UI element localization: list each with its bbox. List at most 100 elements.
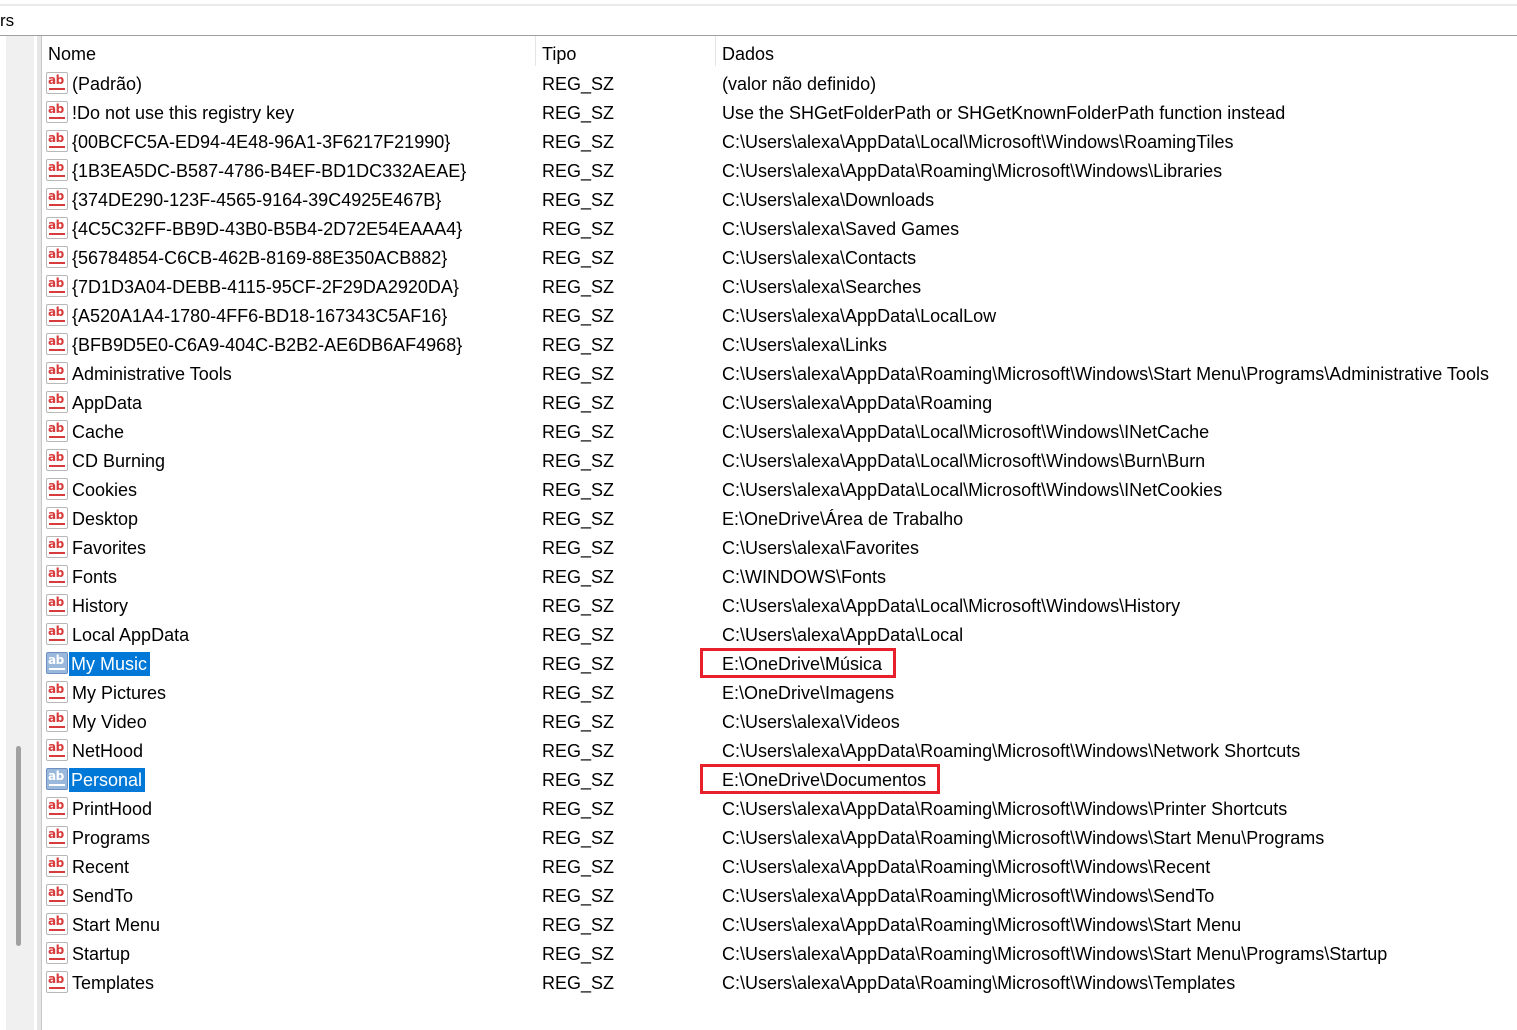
table-row[interactable]: ab {1B3EA5DC-B587-4786-B4EF-BD1DC332AEAE}…: [42, 157, 1517, 186]
table-row[interactable]: ab {4C5C32FF-BB9D-43B0-B5B4-2D72E54EAAA4}…: [42, 215, 1517, 244]
icon-glyph: ab: [48, 450, 64, 464]
value-name[interactable]: AppData: [72, 391, 142, 415]
value-name[interactable]: History: [72, 594, 128, 618]
value-name[interactable]: Desktop: [72, 507, 138, 531]
icon-underline: [49, 813, 65, 815]
registry-editor-window: rs Nome Tipo Dados ab (Padrão) REG_SZ (valo…: [0, 0, 1517, 1030]
key-tree-pane[interactable]: [0, 36, 37, 1030]
table-row[interactable]: ab Start Menu REG_SZ C:\Users\alexa\AppData…: [42, 911, 1517, 940]
registry-string-icon: ab: [46, 826, 68, 848]
value-name[interactable]: {7D1D3A04-DEBB-4115-95CF-2F29DA2920DA}: [72, 275, 459, 299]
column-header-name[interactable]: Nome: [48, 42, 96, 66]
value-data: C:\Users\alexa\Saved Games: [722, 219, 960, 239]
table-row[interactable]: ab {A520A1A4-1780-4FF6-BD18-167343C5AF16}…: [42, 302, 1517, 331]
table-row[interactable]: ab My Music REG_SZ E:\OneDrive\Música: [42, 648, 1517, 679]
value-name[interactable]: Startup: [72, 942, 130, 966]
table-row[interactable]: ab PrintHood REG_SZ C:\Users\alexa\AppData\…: [42, 795, 1517, 824]
registry-string-icon: ab: [46, 420, 68, 442]
value-name[interactable]: {BFB9D5E0-C6A9-404C-B2B2-AE6DB6AF4968}: [72, 333, 462, 357]
value-type: REG_SZ: [542, 915, 615, 935]
registry-string-icon: ab: [46, 362, 68, 384]
table-row[interactable]: ab CD Burning REG_SZ C:\Users\alexa\AppData…: [42, 447, 1517, 476]
value-name[interactable]: !Do not use this registry key: [72, 101, 294, 125]
value-type: REG_SZ: [542, 161, 615, 181]
value-name[interactable]: {4C5C32FF-BB9D-43B0-B5B4-2D72E54EAAA4}: [72, 217, 462, 241]
table-row[interactable]: ab Templates REG_SZ C:\Users\alexa\AppData\…: [42, 969, 1517, 998]
icon-glyph: ab: [48, 189, 64, 203]
column-header-type[interactable]: Tipo: [542, 42, 576, 66]
table-row[interactable]: ab {374DE290-123F-4565-9164-39C4925E467B}…: [42, 186, 1517, 215]
icon-underline: [49, 436, 65, 438]
value-type: REG_SZ: [542, 625, 615, 645]
value-type: REG_SZ: [542, 886, 615, 906]
table-row[interactable]: ab Cookies REG_SZ C:\Users\alexa\AppData\Lo…: [42, 476, 1517, 505]
tree-scrollbar-thumb[interactable]: [16, 746, 21, 946]
value-name[interactable]: My Music: [69, 652, 150, 676]
registry-string-icon: ab: [46, 652, 68, 674]
address-bar[interactable]: rs: [0, 0, 1517, 36]
registry-string-icon: ab: [46, 797, 68, 819]
table-row[interactable]: ab Favorites REG_SZ C:\Users\alexa\Favorite…: [42, 534, 1517, 563]
table-row[interactable]: ab {7D1D3A04-DEBB-4115-95CF-2F29DA2920DA}…: [42, 273, 1517, 302]
value-name[interactable]: My Video: [72, 710, 147, 734]
value-type: REG_SZ: [542, 654, 615, 674]
value-name[interactable]: CD Burning: [72, 449, 165, 473]
table-row[interactable]: ab Fonts REG_SZ C:\WINDOWS\Fonts: [42, 563, 1517, 592]
icon-glyph: ab: [48, 653, 64, 667]
table-row[interactable]: ab Desktop REG_SZ E:\OneDrive\Área de Traba…: [42, 505, 1517, 534]
address-path-text[interactable]: rs: [0, 10, 14, 32]
icon-glyph: ab: [48, 160, 64, 174]
table-row[interactable]: ab (Padrão) REG_SZ (valor não definido): [42, 70, 1517, 99]
value-name[interactable]: Start Menu: [72, 913, 160, 937]
registry-string-icon: ab: [46, 333, 68, 355]
table-row[interactable]: ab {00BCFC5A-ED94-4E48-96A1-3F6217F21990}…: [42, 128, 1517, 157]
icon-underline: [49, 871, 65, 873]
value-name[interactable]: Fonts: [72, 565, 117, 589]
value-name[interactable]: Local AppData: [72, 623, 189, 647]
value-name[interactable]: {00BCFC5A-ED94-4E48-96A1-3F6217F21990}: [72, 130, 450, 154]
value-name[interactable]: Personal: [69, 768, 146, 792]
value-name[interactable]: PrintHood: [72, 797, 152, 821]
table-row[interactable]: ab Cache REG_SZ C:\Users\alexa\AppData\Loca…: [42, 418, 1517, 447]
value-name[interactable]: Recent: [72, 855, 129, 879]
table-row[interactable]: ab Personal REG_SZ E:\OneDrive\Documentos: [42, 764, 1517, 795]
value-name[interactable]: (Padrão): [72, 72, 142, 96]
icon-glyph: ab: [48, 421, 64, 435]
table-row[interactable]: ab AppData REG_SZ C:\Users\alexa\AppData\Ro…: [42, 389, 1517, 418]
value-name[interactable]: Favorites: [72, 536, 146, 560]
value-name[interactable]: Administrative Tools: [72, 362, 232, 386]
icon-glyph: ab: [48, 131, 64, 145]
values-list[interactable]: Nome Tipo Dados ab (Padrão) REG_SZ (valor n…: [42, 36, 1517, 1030]
value-name[interactable]: {A520A1A4-1780-4FF6-BD18-167343C5AF16}: [72, 304, 447, 328]
value-data: C:\Users\alexa\AppData\Roaming\Microsoft…: [722, 161, 1223, 181]
table-row[interactable]: ab History REG_SZ C:\Users\alexa\AppData\Lo…: [42, 592, 1517, 621]
icon-underline: [49, 842, 65, 844]
column-header-data[interactable]: Dados: [722, 42, 774, 66]
value-name[interactable]: SendTo: [72, 884, 133, 908]
value-name[interactable]: Templates: [72, 971, 154, 995]
table-row[interactable]: ab SendTo REG_SZ C:\Users\alexa\AppData\Roa…: [42, 882, 1517, 911]
table-row[interactable]: ab Recent REG_SZ C:\Users\alexa\AppData\Roa…: [42, 853, 1517, 882]
table-row[interactable]: ab NetHood REG_SZ C:\Users\alexa\AppData\Ro…: [42, 737, 1517, 766]
value-name[interactable]: Cache: [72, 420, 124, 444]
table-row[interactable]: ab Programs REG_SZ C:\Users\alexa\AppData\R…: [42, 824, 1517, 853]
table-row[interactable]: ab {56784854-C6CB-462B-8169-88E350ACB882}…: [42, 244, 1517, 273]
column-separator[interactable]: [715, 36, 716, 66]
table-row[interactable]: ab Local AppData REG_SZ C:\Users\alexa\AppD…: [42, 621, 1517, 650]
value-name[interactable]: Programs: [72, 826, 150, 850]
table-row[interactable]: ab {BFB9D5E0-C6A9-404C-B2B2-AE6DB6AF4968}…: [42, 331, 1517, 360]
value-name[interactable]: NetHood: [72, 739, 143, 763]
value-name[interactable]: Cookies: [72, 478, 137, 502]
table-row[interactable]: ab Administrative Tools REG_SZ C:\Users\ale…: [42, 360, 1517, 389]
value-name[interactable]: {374DE290-123F-4565-9164-39C4925E467B}: [72, 188, 441, 212]
column-separator[interactable]: [535, 36, 536, 66]
value-name[interactable]: My Pictures: [72, 681, 166, 705]
value-type: REG_SZ: [542, 132, 615, 152]
table-row[interactable]: ab My Pictures REG_SZ E:\OneDrive\Imagens: [42, 679, 1517, 708]
value-name[interactable]: {1B3EA5DC-B587-4786-B4EF-BD1DC332AEAE}: [72, 159, 466, 183]
table-row[interactable]: ab My Video REG_SZ C:\Users\alexa\Videos: [42, 708, 1517, 737]
table-row[interactable]: ab !Do not use this registry key REG_SZ Use…: [42, 99, 1517, 128]
value-name[interactable]: {56784854-C6CB-462B-8169-88E350ACB882}: [72, 246, 447, 270]
table-row[interactable]: ab Startup REG_SZ C:\Users\alexa\AppData\Ro…: [42, 940, 1517, 969]
value-data: C:\Users\alexa\Downloads: [722, 190, 935, 210]
